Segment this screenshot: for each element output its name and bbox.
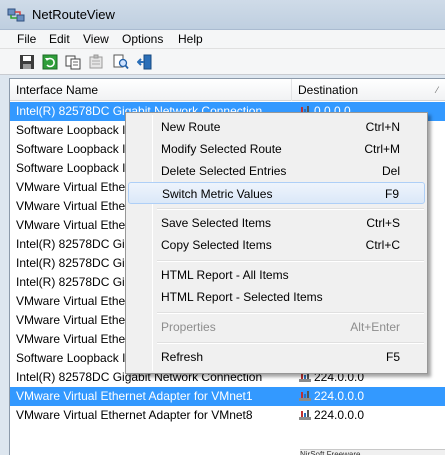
exit-icon[interactable] [135, 52, 155, 72]
interface-name-cell: VMware Virtual Ethernet Adapter for VMne… [16, 389, 253, 403]
menu-item-shortcut: Alt+Enter [350, 320, 400, 334]
menu-item-copy-selected[interactable]: Copy Selected Items Ctrl+C [128, 234, 425, 256]
column-destination[interactable]: Destination ⁄ [292, 79, 445, 101]
menu-bar: File Edit View Options Help [0, 30, 445, 49]
status-strip: NirSoft Freeware [300, 449, 445, 455]
menu-item-html-report-selected[interactable]: HTML Report - Selected Items [128, 286, 425, 308]
menu-item-shortcut: Ctrl+N [365, 120, 400, 134]
menu-item-label: Copy Selected Items [161, 238, 272, 252]
find-icon[interactable] [111, 52, 131, 72]
menu-options[interactable]: Options [117, 31, 168, 47]
menu-item-shortcut: F5 [385, 350, 400, 364]
window-title: NetRouteView [32, 7, 115, 22]
menu-item-shortcut: Ctrl+S [366, 216, 400, 230]
destination-value: 224.0.0.0 [314, 389, 365, 403]
menu-separator [157, 312, 424, 314]
context-menu: New Route Ctrl+N Modify Selected Route C… [125, 112, 428, 374]
menu-separator [157, 260, 424, 262]
menu-item-shortcut: F9 [384, 187, 399, 201]
sort-ascending-icon: ⁄ [436, 85, 438, 95]
menu-item-label: Save Selected Items [161, 216, 272, 230]
destination-value: 224.0.0.0 [314, 408, 365, 422]
list-header: Interface Name Destination ⁄ [10, 79, 445, 101]
column-label: Destination [298, 83, 359, 97]
destination-cell: 224.0.0.0 [298, 406, 445, 425]
menu-item-refresh[interactable]: Refresh F5 [128, 346, 425, 368]
properties-icon[interactable] [86, 52, 106, 72]
menu-view[interactable]: View [78, 31, 114, 47]
destination-cell: 224.0.0.0 [298, 387, 445, 406]
table-row[interactable]: VMware Virtual Ethernet Adapter for VMne… [10, 406, 445, 425]
menu-item-label: New Route [161, 120, 221, 134]
app-window: NetRouteView File Edit View Options Help [0, 0, 445, 455]
network-route-app-icon [7, 7, 25, 23]
interface-name-cell: VMware Virtual Ethernet Adapter for VMne… [16, 408, 253, 422]
route-icon [299, 409, 311, 420]
menu-item-html-report-all[interactable]: HTML Report - All Items [128, 264, 425, 286]
menu-help[interactable]: Help [173, 31, 208, 47]
menu-item-shortcut: Del [381, 164, 400, 178]
menu-item-label: HTML Report - Selected Items [161, 290, 323, 304]
route-icon [299, 390, 311, 401]
title-bar[interactable]: NetRouteView [0, 0, 445, 30]
menu-item-properties[interactable]: Properties Alt+Enter [128, 316, 425, 338]
copy-icon[interactable] [63, 52, 83, 72]
menu-item-shortcut: Ctrl+M [364, 142, 400, 156]
menu-item-new-route[interactable]: New Route Ctrl+N [128, 116, 425, 138]
refresh-icon[interactable] [40, 52, 60, 72]
menu-item-switch-metric[interactable]: Switch Metric Values F9 [128, 182, 425, 204]
menu-separator [157, 342, 424, 344]
save-icon[interactable] [17, 52, 37, 72]
menu-item-label: HTML Report - All Items [161, 268, 289, 282]
menu-file[interactable]: File [12, 31, 41, 47]
menu-item-label: Properties [161, 320, 216, 334]
menu-item-label: Refresh [161, 350, 204, 364]
menu-item-delete-entries[interactable]: Delete Selected Entries Del [128, 160, 425, 182]
menu-item-label: Switch Metric Values [162, 187, 273, 201]
column-interface-name[interactable]: Interface Name [10, 79, 292, 101]
menu-separator [157, 208, 424, 210]
menu-item-save-selected[interactable]: Save Selected Items Ctrl+S [128, 212, 425, 234]
menu-item-label: Modify Selected Route [161, 142, 282, 156]
table-row[interactable]: VMware Virtual Ethernet Adapter for VMne… [10, 387, 445, 406]
column-label: Interface Name [16, 83, 99, 97]
menu-edit[interactable]: Edit [44, 31, 75, 47]
toolbar [0, 49, 445, 75]
menu-item-modify-route[interactable]: Modify Selected Route Ctrl+M [128, 138, 425, 160]
menu-item-label: Delete Selected Entries [161, 164, 287, 178]
menu-item-shortcut: Ctrl+C [365, 238, 400, 252]
